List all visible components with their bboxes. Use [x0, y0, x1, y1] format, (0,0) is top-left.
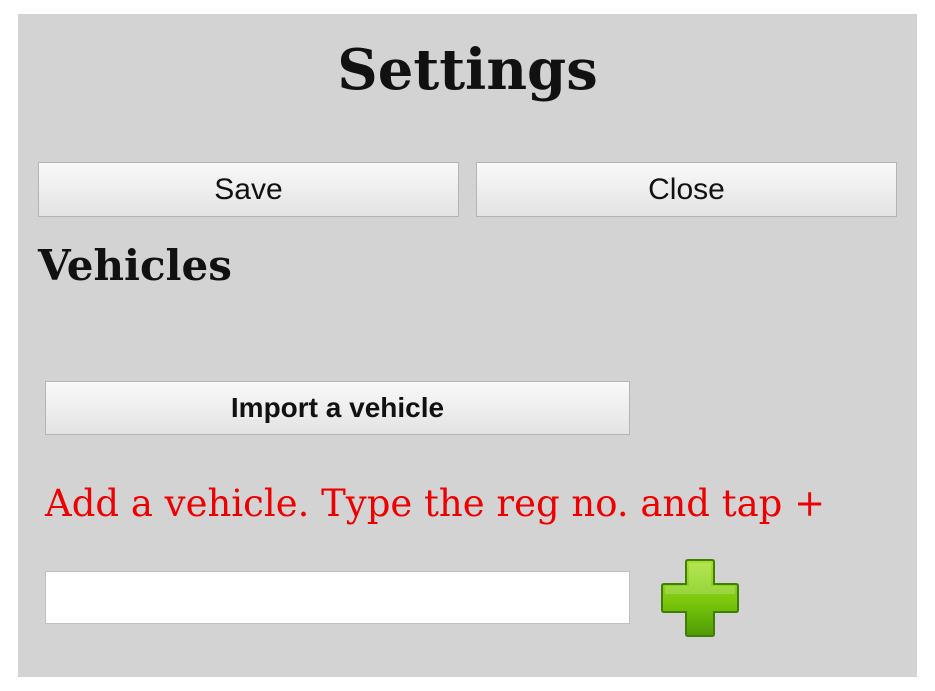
vehicles-heading: Vehicles	[38, 241, 232, 290]
page-title: Settings	[337, 37, 598, 103]
plus-icon	[661, 559, 739, 637]
add-vehicle-button[interactable]	[658, 556, 742, 640]
reg-number-input[interactable]	[45, 571, 630, 624]
save-button[interactable]: Save	[38, 162, 459, 217]
import-vehicle-button[interactable]: Import a vehicle	[45, 381, 630, 435]
add-vehicle-hint: Add a vehicle. Type the reg no. and tap …	[45, 482, 826, 525]
close-button[interactable]: Close	[476, 162, 897, 217]
